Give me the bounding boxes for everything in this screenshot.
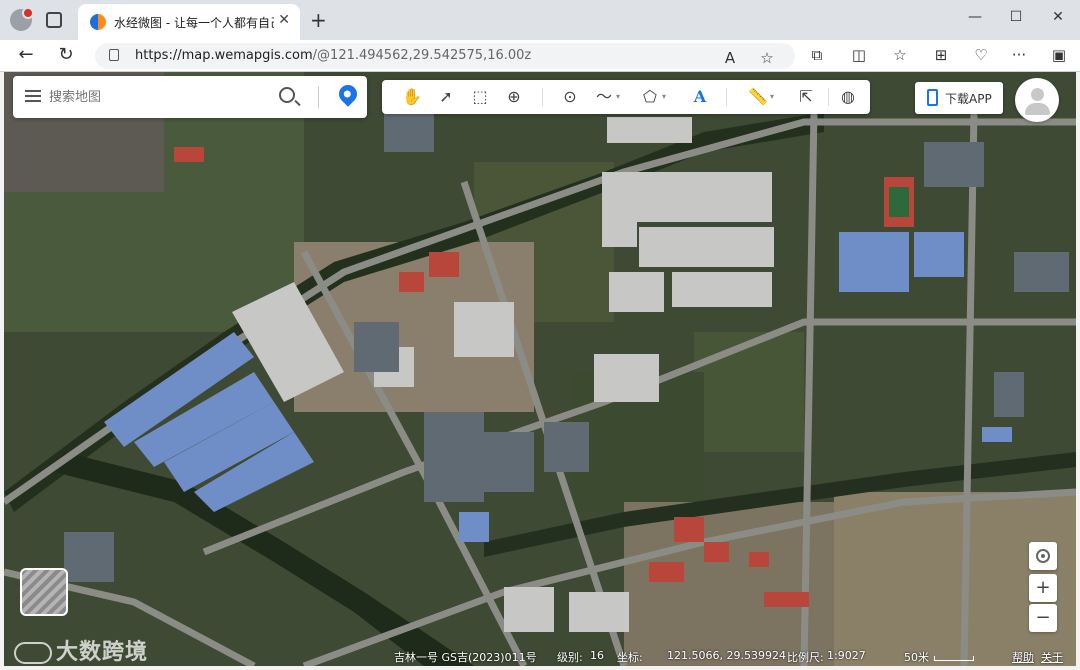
coord-value: 121.5066, 29.539924 [667,649,786,662]
globe-icon[interactable]: ◍ [836,86,860,108]
help-link[interactable]: 帮助 [1012,649,1034,665]
phone-icon [927,89,938,106]
toolbar-divider [542,88,543,106]
level-label: 级别: [557,651,583,664]
extensions-icon[interactable]: ⧉ [806,46,828,64]
tab-title: 水经微图 - 让每一个人都有自己的 [114,16,274,30]
toolbar-divider [726,88,727,106]
download-app-label: 下载APP [945,92,992,106]
map-canvas[interactable]: ✋ ➚ ⬚ ⊕ ⊙ 〜▾ ⬠▾ A 📏▾ ⇱ ◍ 下载APP + − 大数跨境 … [4,72,1076,666]
tab-close-icon[interactable]: ✕ [278,12,290,28]
more-menu-icon[interactable]: ··· [1008,46,1030,64]
map-search-box [13,76,367,118]
pointer-icon[interactable]: ➚ [434,86,458,108]
workspaces-icon[interactable] [46,12,62,28]
hand-icon[interactable]: ✋ [400,86,424,108]
ruler-icon[interactable]: 📏 ▾ [746,86,774,108]
scale-value: 1:9027 [827,649,866,662]
profile-avatar-icon[interactable] [10,7,34,31]
zoom-in-button[interactable]: + [1029,574,1057,602]
favorite-star-icon[interactable]: ☆ [756,49,778,67]
polygon-icon[interactable]: ⬠ ▾ [638,86,666,108]
locate-icon [1036,549,1050,563]
text-icon[interactable]: A [688,86,712,108]
polyline-icon[interactable]: 〜 ▾ [592,86,620,108]
browser-tabbar: 水经微图 - 让每一个人都有自己的 ✕ + — ☐ ✕ [0,0,1080,40]
window-close-icon[interactable]: ✕ [1043,9,1073,25]
maximize-icon[interactable]: ☐ [1001,9,1031,25]
location-pin-icon[interactable] [335,81,361,107]
sidebar-toggle-icon[interactable]: ▣ [1048,46,1070,64]
url-field[interactable]: https://map.wemapgis.com/@121.494562,29.… [95,43,795,69]
refresh-icon[interactable]: ↻ [54,44,78,65]
select-box-icon[interactable]: ⬚ [468,86,492,108]
address-bar-row: ← ↻ https://map.wemapgis.com/@121.494562… [0,40,1080,72]
minimize-icon[interactable]: — [960,9,990,25]
download-app-button[interactable]: 下载APP [915,82,1003,114]
menu-icon[interactable] [25,90,41,102]
read-aloud-icon[interactable]: A [719,49,741,67]
layer-switch-button[interactable] [20,568,68,616]
scale-label: 比例尺: [787,651,824,664]
search-divider [318,86,319,108]
collections-icon[interactable]: ⊞ [930,46,952,64]
site-favicon-icon [90,14,106,30]
scalebar-label: 50米 [904,651,929,664]
locate-button[interactable] [1029,542,1057,570]
map-status-bar: 吉林一号 GS吉(2023)011号 级别: 16 坐标: 121.5066, … [4,646,1076,666]
zoom-area-icon[interactable]: ⊕ [502,86,526,108]
marker-icon[interactable]: ⊙ [558,86,582,108]
coord-label: 坐标: [617,651,643,664]
map-toolbar: ✋ ➚ ⬚ ⊕ ⊙ 〜 ▾ ⬠ ▾ A 📏 ▾ ⇱ ◍ [382,80,870,114]
active-tab[interactable]: 水经微图 - 让每一个人都有自己的 ✕ [78,4,300,40]
scalebar [934,656,974,661]
imagery-source: 吉林一号 GS吉(2023)011号 [394,651,537,664]
url-text[interactable]: https://map.wemapgis.com/@121.494562,29.… [135,48,531,63]
browser-essentials-icon[interactable]: ♡ [970,46,992,64]
favorites-icon[interactable]: ☆ [889,46,911,64]
new-tab-button[interactable]: + [310,8,327,32]
search-input[interactable] [49,89,269,104]
lock-icon[interactable] [109,49,119,61]
level-value: 16 [590,649,604,662]
toolbar-divider [828,88,829,106]
user-avatar[interactable] [1015,78,1059,122]
split-screen-icon[interactable]: ◫ [848,46,870,64]
zoom-out-button[interactable]: − [1029,604,1057,632]
back-arrow-icon[interactable]: ← [14,44,38,65]
search-icon[interactable] [279,87,295,103]
about-link[interactable]: 关于 [1041,649,1063,665]
cursor-info-icon[interactable]: ⇱ [794,86,818,108]
satellite-imagery [4,72,1076,666]
